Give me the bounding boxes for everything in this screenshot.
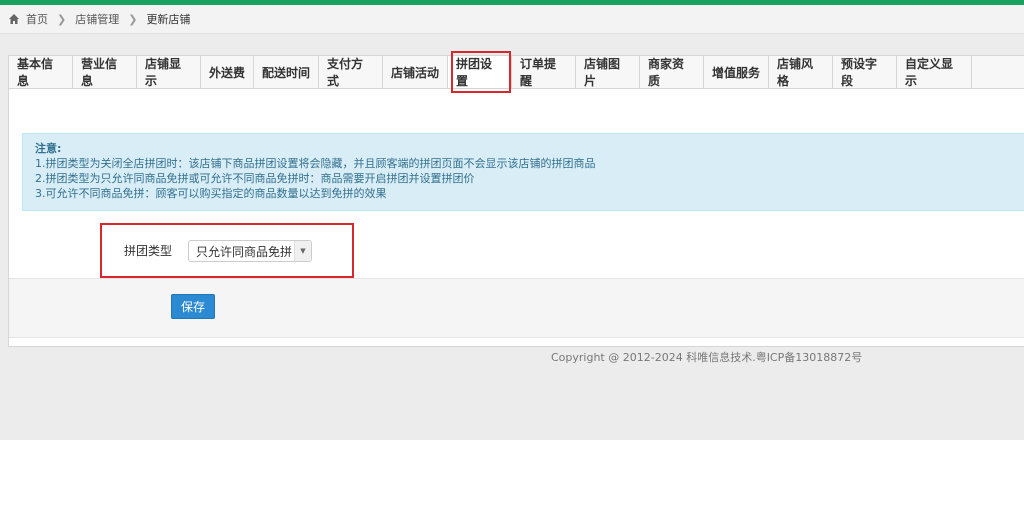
tab-store-display[interactable]: 店铺显示 xyxy=(137,56,201,88)
footer-copyright: Copyright @ 2012-2024 科唯信息技术.粤ICP备130188… xyxy=(551,351,863,364)
notice-title: 注意: xyxy=(35,142,62,155)
breadcrumb-section[interactable]: 店铺管理 xyxy=(75,11,119,27)
tab-business-info[interactable]: 营业信息 xyxy=(73,56,137,88)
tab-store-style[interactable]: 店铺风格 xyxy=(769,56,833,88)
notice-box: 注意: 1.拼团类型为关闭全店拼团时：该店铺下商品拼团设置将会隐藏，并且顾客端的… xyxy=(22,133,1024,211)
tab-payment-methods[interactable]: 支付方式 xyxy=(319,56,383,88)
form-actions: 保存 xyxy=(9,279,1024,337)
divider xyxy=(9,337,1024,338)
breadcrumb: 首页 ❯ 店铺管理 ❯ 更新店铺 xyxy=(0,5,1024,34)
breadcrumb-current: 更新店铺 xyxy=(146,13,191,26)
tab-bar: 基本信息 营业信息 店铺显示 外送费 配送时间 支付方式 店铺活动 拼团设置 订… xyxy=(9,56,1024,89)
tab-store-activities[interactable]: 店铺活动 xyxy=(383,56,448,88)
group-type-selected-value: 只允许同商品免拼 xyxy=(196,244,293,259)
tab-delivery-time[interactable]: 配送时间 xyxy=(254,56,319,88)
home-icon[interactable] xyxy=(8,13,20,25)
caret-down-icon[interactable]: ▼ xyxy=(294,241,311,261)
breadcrumb-home[interactable]: 首页 xyxy=(26,11,48,27)
store-edit-panel: 基本信息 营业信息 店铺显示 外送费 配送时间 支付方式 店铺活动 拼团设置 订… xyxy=(8,51,1024,347)
group-type-label: 拼团类型 xyxy=(124,244,173,258)
tab-store-images[interactable]: 店铺图片 xyxy=(576,56,640,88)
tab-value-added-services[interactable]: 增值服务 xyxy=(704,56,769,88)
group-type-select[interactable]: 只允许同商品免拼 ▼ xyxy=(188,240,312,262)
group-type-row: 拼团类型 只允许同商品免拼 ▼ xyxy=(9,226,1024,278)
notice-line-3: 3.可允许不同商品免拼：顾客可以购买指定的商品数量以达到免拼的效果 xyxy=(35,187,387,200)
tab-merchant-qualifications[interactable]: 商家资质 xyxy=(640,56,704,88)
save-button[interactable]: 保存 xyxy=(171,294,215,319)
tab-order-reminder[interactable]: 订单提醒 xyxy=(512,56,576,88)
tab-delivery-fee[interactable]: 外送费 xyxy=(201,56,254,88)
notice-line-2: 2.拼团类型为只允许同商品免拼或可允许不同商品免拼时：商品需要开启拼团并设置拼团… xyxy=(35,172,475,185)
notice-line-1: 1.拼团类型为关闭全店拼团时：该店铺下商品拼团设置将会隐藏，并且顾客端的拼团页面… xyxy=(35,157,596,170)
tab-group-buy-settings[interactable]: 拼团设置 xyxy=(448,56,512,88)
chevron-right-icon: ❯ xyxy=(57,12,67,26)
chevron-right-icon: ❯ xyxy=(128,12,138,26)
tab-preset-fields[interactable]: 预设字段 xyxy=(833,56,897,88)
tab-basic-info[interactable]: 基本信息 xyxy=(9,56,73,88)
tab-custom-display[interactable]: 自定义显示 xyxy=(897,56,972,88)
